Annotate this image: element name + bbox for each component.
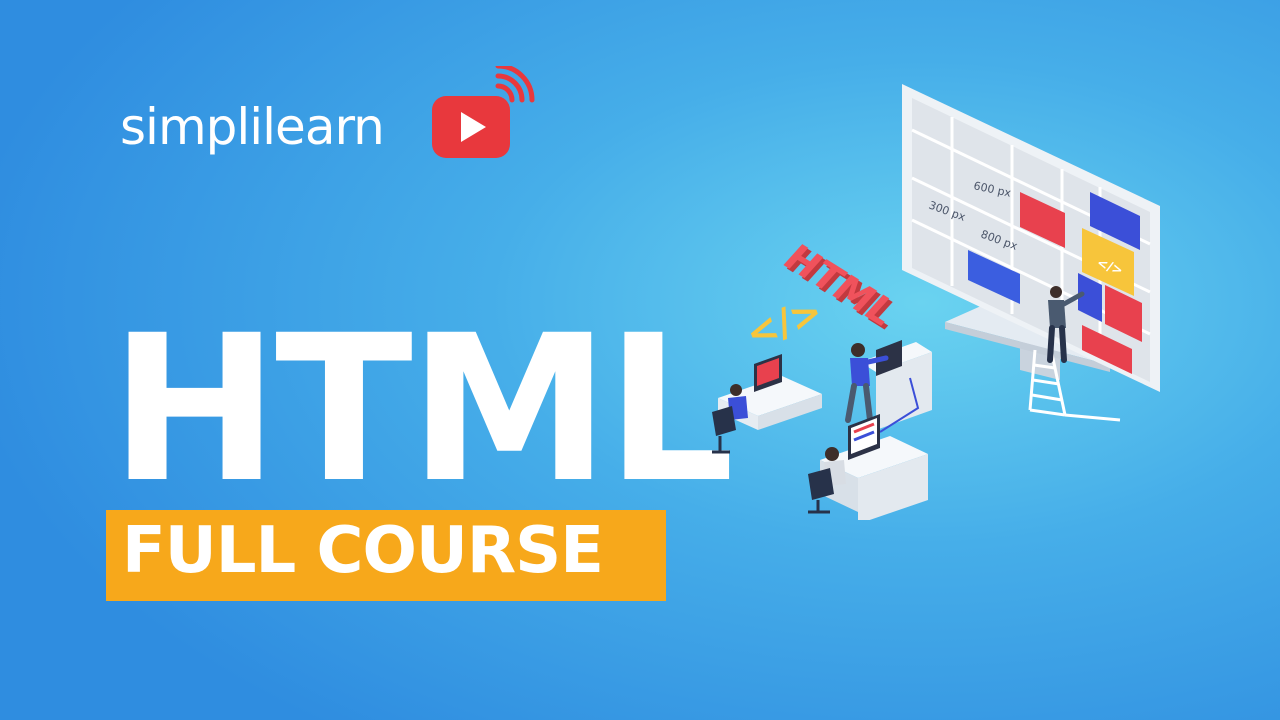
course-title: HTML bbox=[110, 291, 735, 527]
person-standing bbox=[845, 340, 932, 430]
brand-name: simplilearn bbox=[120, 98, 385, 156]
code-arrows-icon: </> bbox=[740, 289, 828, 357]
subtitle-text: FULL COURSE bbox=[122, 514, 604, 588]
thumbnail: simplilearn HTML FULL COURSE 600 px 300 … bbox=[0, 0, 1280, 720]
brand-logo: simplilearn bbox=[120, 62, 550, 192]
web-design-illustration: 600 px 300 px 800 px </> HTML HTML </> bbox=[712, 84, 1160, 520]
subtitle-banner: FULL COURSE bbox=[106, 510, 666, 601]
youtube-play-icon bbox=[432, 66, 535, 158]
desk-bottom bbox=[808, 414, 928, 520]
code-arrows-label: </> bbox=[740, 289, 828, 357]
desk-left bbox=[712, 354, 822, 454]
broadcast-waves-icon bbox=[495, 66, 535, 103]
